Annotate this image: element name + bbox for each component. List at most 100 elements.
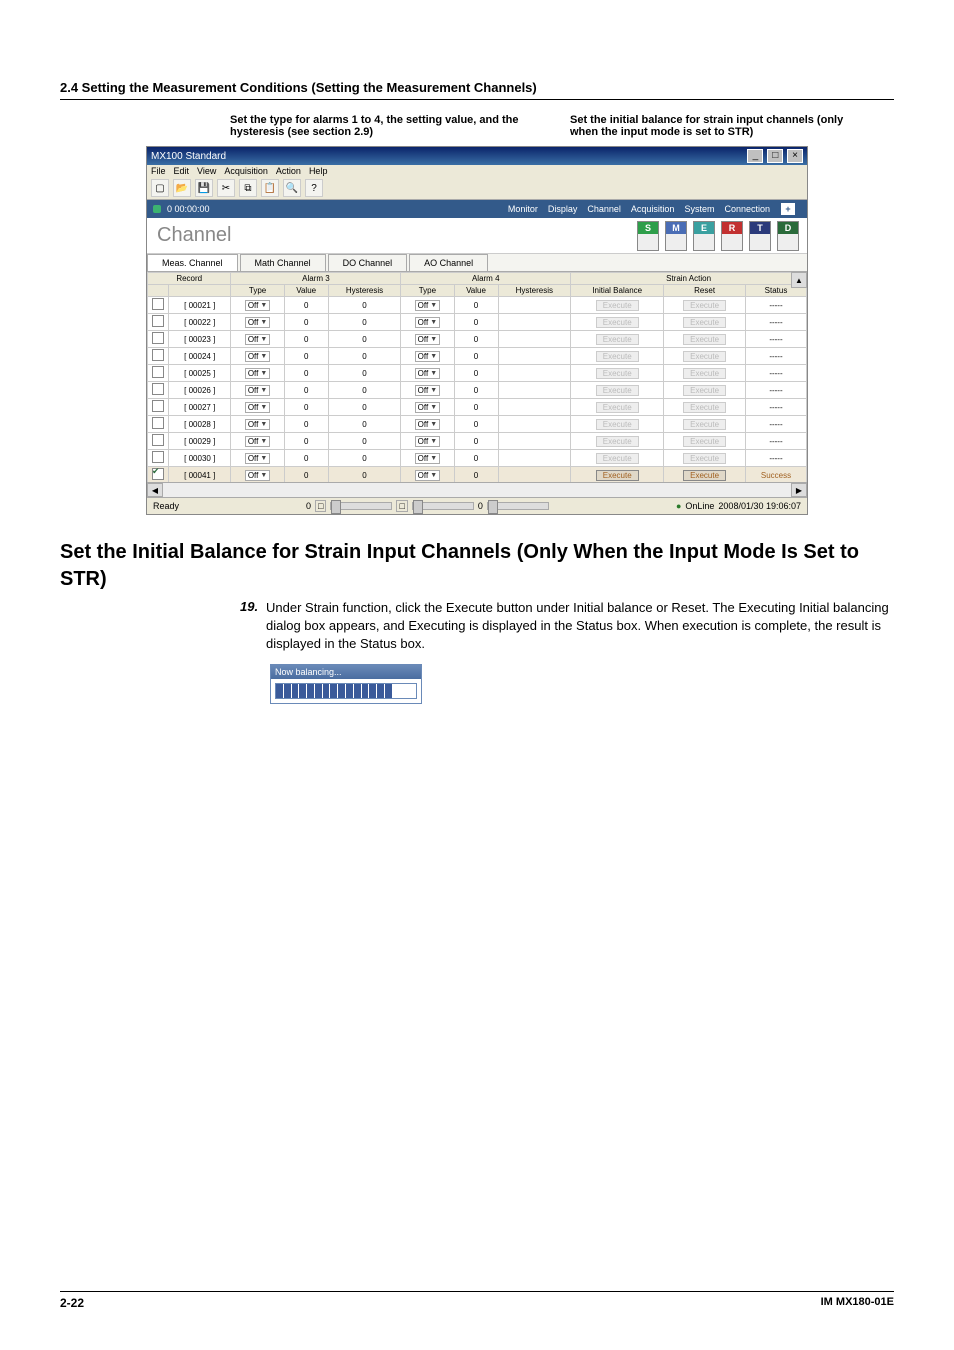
alarm4-type-dropdown[interactable]: Off▼: [401, 467, 454, 483]
minimize-icon[interactable]: _: [747, 149, 763, 163]
status-box-d[interactable]: D: [777, 221, 799, 251]
scroll-right-icon[interactable]: ▶: [791, 483, 807, 497]
record-checkbox[interactable]: [148, 399, 169, 416]
alarm4-value[interactable]: 0: [454, 399, 498, 416]
slider-3[interactable]: [487, 502, 549, 510]
new-icon[interactable]: ▢: [151, 179, 169, 197]
alarm4-value[interactable]: 0: [454, 331, 498, 348]
alarm3-hysteresis[interactable]: 0: [328, 416, 401, 433]
alarm4-type-dropdown[interactable]: Off▼: [401, 382, 454, 399]
record-checkbox[interactable]: [148, 450, 169, 467]
tab-do-channel[interactable]: DO Channel: [328, 254, 408, 271]
alarm3-hysteresis[interactable]: 0: [328, 467, 401, 483]
alarm4-value[interactable]: 0: [454, 433, 498, 450]
alarm3-type-dropdown[interactable]: Off▼: [231, 399, 284, 416]
alarm3-type-dropdown[interactable]: Off▼: [231, 365, 284, 382]
expand-icon[interactable]: +: [780, 202, 796, 216]
alarm4-type-dropdown[interactable]: Off▼: [401, 433, 454, 450]
maximize-icon[interactable]: □: [767, 149, 783, 163]
scroll-up-icon[interactable]: ▲: [791, 272, 807, 288]
alarm4-hysteresis[interactable]: [498, 399, 571, 416]
alarm4-hysteresis[interactable]: [498, 297, 571, 314]
open-icon[interactable]: 📂: [173, 179, 191, 197]
cut-icon[interactable]: ✂: [217, 179, 235, 197]
alarm4-hysteresis[interactable]: [498, 433, 571, 450]
alarm3-value[interactable]: 0: [284, 467, 328, 483]
scroll-track[interactable]: [163, 483, 791, 497]
slider-1[interactable]: [330, 502, 392, 510]
alarm3-hysteresis[interactable]: 0: [328, 331, 401, 348]
status-box-r[interactable]: R: [721, 221, 743, 251]
save-icon[interactable]: 💾: [195, 179, 213, 197]
menu-edit[interactable]: Edit: [174, 166, 190, 176]
find-icon[interactable]: 🔍: [283, 179, 301, 197]
alarm3-value[interactable]: 0: [284, 450, 328, 467]
copy-icon[interactable]: ⧉: [239, 179, 257, 197]
record-checkbox[interactable]: [148, 331, 169, 348]
alarm4-value[interactable]: 0: [454, 348, 498, 365]
menu-acquisition[interactable]: Acquisition: [224, 166, 268, 176]
menu-help[interactable]: Help: [309, 166, 328, 176]
slider-2[interactable]: [412, 502, 474, 510]
alarm4-value[interactable]: 0: [454, 314, 498, 331]
close-icon[interactable]: ×: [787, 149, 803, 163]
alarm3-type-dropdown[interactable]: Off▼: [231, 433, 284, 450]
alarm3-value[interactable]: 0: [284, 331, 328, 348]
alarm3-hysteresis[interactable]: 0: [328, 433, 401, 450]
status-box-m[interactable]: M: [665, 221, 687, 251]
help-icon[interactable]: ?: [305, 179, 323, 197]
alarm4-hysteresis[interactable]: [498, 467, 571, 483]
alarm4-hysteresis[interactable]: [498, 416, 571, 433]
alarm4-type-dropdown[interactable]: Off▼: [401, 314, 454, 331]
alarm3-type-dropdown[interactable]: Off▼: [231, 450, 284, 467]
alarm3-value[interactable]: 0: [284, 348, 328, 365]
alarm4-type-dropdown[interactable]: Off▼: [401, 331, 454, 348]
record-checkbox[interactable]: [148, 467, 169, 483]
alarm4-value[interactable]: 0: [454, 382, 498, 399]
alarm4-hysteresis[interactable]: [498, 331, 571, 348]
alarm3-value[interactable]: 0: [284, 365, 328, 382]
alarm4-type-dropdown[interactable]: Off▼: [401, 399, 454, 416]
alarm3-hysteresis[interactable]: 0: [328, 297, 401, 314]
nav-acquisition[interactable]: Acquisition: [631, 204, 675, 214]
tab-meas-channel[interactable]: Meas. Channel: [147, 254, 238, 271]
alarm4-hysteresis[interactable]: [498, 450, 571, 467]
initial-balance-button[interactable]: Execute: [571, 467, 664, 483]
alarm3-hysteresis[interactable]: 0: [328, 314, 401, 331]
alarm3-hysteresis[interactable]: 0: [328, 450, 401, 467]
record-checkbox[interactable]: [148, 365, 169, 382]
alarm4-type-dropdown[interactable]: Off▼: [401, 297, 454, 314]
alarm4-type-dropdown[interactable]: Off▼: [401, 416, 454, 433]
alarm3-hysteresis[interactable]: 0: [328, 365, 401, 382]
nav-system[interactable]: System: [684, 204, 714, 214]
record-checkbox[interactable]: [148, 382, 169, 399]
alarm3-hysteresis[interactable]: 0: [328, 348, 401, 365]
tab-ao-channel[interactable]: AO Channel: [409, 254, 488, 271]
alarm3-type-dropdown[interactable]: Off▼: [231, 416, 284, 433]
menu-action[interactable]: Action: [276, 166, 301, 176]
alarm3-value[interactable]: 0: [284, 314, 328, 331]
status-box-s[interactable]: S: [637, 221, 659, 251]
alarm3-type-dropdown[interactable]: Off▼: [231, 297, 284, 314]
alarm3-value[interactable]: 0: [284, 297, 328, 314]
horizontal-scrollbar[interactable]: ◀ ▶: [147, 482, 807, 497]
status-box-e[interactable]: E: [693, 221, 715, 251]
alarm3-type-dropdown[interactable]: Off▼: [231, 348, 284, 365]
alarm3-hysteresis[interactable]: 0: [328, 399, 401, 416]
alarm4-value[interactable]: 0: [454, 416, 498, 433]
alarm4-value[interactable]: 0: [454, 467, 498, 483]
menu-file[interactable]: File: [151, 166, 166, 176]
alarm3-value[interactable]: 0: [284, 433, 328, 450]
alarm3-type-dropdown[interactable]: Off▼: [231, 331, 284, 348]
record-checkbox[interactable]: [148, 416, 169, 433]
record-checkbox[interactable]: [148, 297, 169, 314]
alarm4-hysteresis[interactable]: [498, 365, 571, 382]
alarm3-type-dropdown[interactable]: Off▼: [231, 382, 284, 399]
alarm4-hysteresis[interactable]: [498, 348, 571, 365]
record-checkbox[interactable]: [148, 433, 169, 450]
reset-button[interactable]: Execute: [664, 467, 746, 483]
alarm3-type-dropdown[interactable]: Off▼: [231, 467, 284, 483]
alarm3-value[interactable]: 0: [284, 399, 328, 416]
alarm3-hysteresis[interactable]: 0: [328, 382, 401, 399]
record-checkbox[interactable]: [148, 348, 169, 365]
